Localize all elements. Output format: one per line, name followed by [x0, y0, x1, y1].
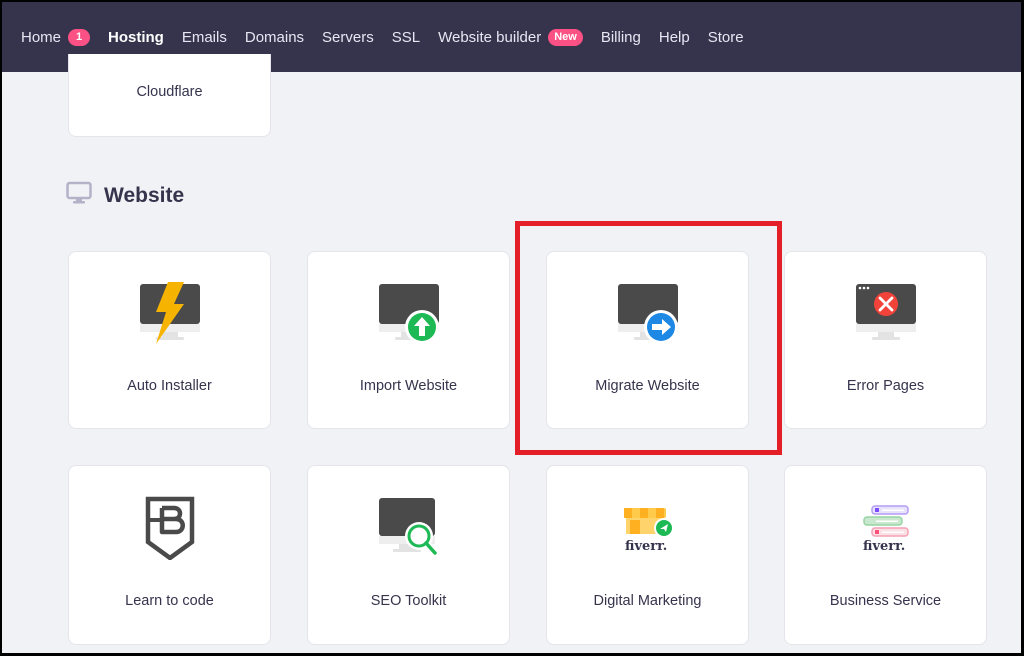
nav-servers-label: Servers [322, 28, 374, 46]
nav-domains-label: Domains [244, 28, 305, 46]
card-error-pages-label: Error Pages [846, 378, 925, 394]
nav-home-label: Home [21, 28, 62, 46]
card-seo-toolkit[interactable]: SEO Toolkit [307, 465, 510, 645]
card-learn-to-code[interactable]: Learn to code [68, 465, 271, 645]
nav-ssl[interactable]: SSL [392, 29, 420, 46]
nav-emails-label: Emails [181, 28, 227, 46]
card-migrate-website[interactable]: Migrate Website [546, 251, 749, 429]
card-import-website[interactable]: Import Website [307, 251, 510, 429]
nav-home[interactable]: Home 1 [21, 28, 91, 46]
nav-servers[interactable]: Servers [322, 29, 374, 46]
nav-domains[interactable]: Domains [245, 29, 304, 46]
nav-emails[interactable]: Emails [182, 29, 227, 46]
nav-billing[interactable]: Billing [601, 29, 641, 46]
auto-installer-icon [138, 282, 202, 351]
website-section-heading: Website [66, 181, 184, 210]
card-auto-installer-label: Auto Installer [127, 378, 212, 394]
card-digital-marketing-label: Digital Marketing [593, 593, 702, 609]
card-business-service-label: Business Service [829, 593, 942, 609]
notification-badge: 1 [68, 28, 91, 46]
fiverr-logo-text: fiverr. [625, 539, 667, 554]
nav-store[interactable]: Store [708, 29, 744, 46]
app-frame: Home 1 Hosting Emails Domains Servers SS… [2, 2, 1021, 653]
card-business-service[interactable]: fiverr. Business Service [784, 465, 987, 645]
nav-hosting[interactable]: Hosting [108, 29, 164, 46]
card-import-website-label: Import Website [359, 378, 458, 394]
nav-ssl-label: SSL [391, 28, 421, 46]
nav-store-label: Store [707, 28, 744, 46]
card-learn-to-code-label: Learn to code [125, 593, 214, 609]
card-digital-marketing[interactable]: fiverr. Digital Marketing [546, 465, 749, 645]
nav-billing-label: Billing [600, 28, 641, 46]
card-migrate-website-label: Migrate Website [595, 378, 700, 394]
card-auto-installer[interactable]: Auto Installer [68, 251, 271, 429]
fiverr-business-service-icon: fiverr. [854, 502, 918, 563]
fiverr-digital-marketing-icon: fiverr. [616, 502, 680, 563]
section-title: Website [104, 183, 185, 207]
nav-hosting-label: Hosting [108, 28, 164, 46]
card-cloudflare-label: Cloudflare [136, 84, 203, 100]
monitor-icon [66, 181, 92, 210]
error-pages-icon [854, 282, 918, 351]
new-badge: New [548, 28, 583, 46]
nav-website-builder[interactable]: Website builder New [438, 28, 583, 46]
fiverr-logo-text: fiverr. [863, 539, 905, 554]
seo-toolkit-icon [377, 496, 441, 565]
nav-help[interactable]: Help [659, 29, 690, 46]
migrate-website-icon [616, 282, 680, 351]
card-cloudflare[interactable]: Cloudflare [68, 54, 271, 137]
nav-help-label: Help [658, 28, 690, 46]
nav-website-builder-label: Website builder [438, 28, 542, 46]
card-error-pages[interactable]: Error Pages [784, 251, 987, 429]
learn-to-code-icon [138, 496, 202, 565]
card-seo-toolkit-label: SEO Toolkit [370, 593, 447, 609]
import-website-icon [377, 282, 441, 351]
